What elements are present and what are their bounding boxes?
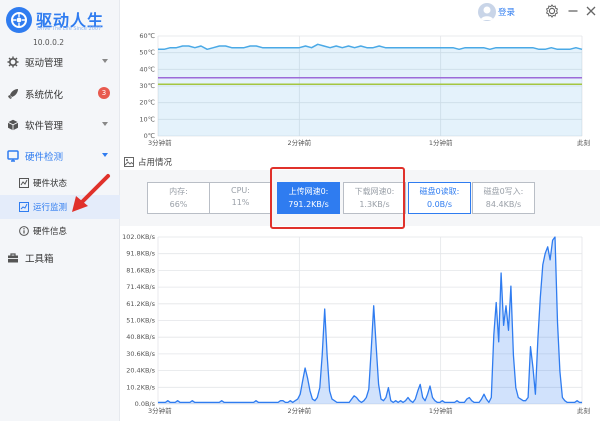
metric-card-disk-write[interactable]: 磁盘0写入: 84.4KB/s: [472, 182, 535, 214]
sidebar-item-system-optimization[interactable]: 系统优化 3: [0, 79, 120, 109]
settings-icon[interactable]: [545, 4, 559, 18]
y-tick-label: 30.6KB/s: [126, 350, 155, 358]
y-tick-label: 61.2KB/s: [126, 300, 155, 308]
x-tick-label: 2分钟前: [288, 138, 312, 147]
metric-card-label: 磁盘0读取:: [419, 187, 460, 196]
y-tick-label: 91.8KB/s: [126, 250, 155, 258]
app-tagline: Drive The Life Since 2007: [37, 26, 102, 32]
minimize-icon[interactable]: [566, 4, 580, 18]
y-tick-label: 71.4KB/s: [126, 283, 155, 291]
close-icon[interactable]: [584, 4, 598, 18]
gear-icon: [6, 55, 20, 69]
y-tick-label: 20.4KB/s: [126, 367, 155, 375]
x-tick-label: 3分钟前: [148, 406, 172, 415]
series-line-0: [158, 236, 582, 404]
y-tick-label: 50℃: [139, 49, 155, 57]
x-tick-label: 1分钟前: [429, 406, 453, 415]
temperature-chart: 60℃50℃40℃30℃20℃10℃0℃3分钟前 2分钟前 1分钟前 此刻: [139, 32, 590, 147]
chevron-down-icon: [102, 59, 108, 63]
y-tick-label: 10.2KB/s: [126, 383, 155, 391]
sidebar-item-label: 软件管理: [25, 121, 64, 132]
sidebar-subitem-label: 硬件信息: [33, 227, 68, 237]
metric-card-value: 66%: [169, 200, 188, 209]
info-icon: [19, 226, 29, 236]
y-tick-label: 102.0KB/s: [122, 233, 156, 241]
sidebar-subitem-hardware-info[interactable]: 硬件信息: [0, 219, 120, 243]
sidebar-item-label: 工具箱: [25, 254, 54, 265]
y-tick-label: 81.6KB/s: [126, 266, 155, 274]
highlight-box: [270, 167, 405, 229]
login-link[interactable]: 登录: [498, 6, 515, 18]
x-tick-label: 3分钟前: [148, 138, 172, 147]
metric-card-value: 84.4KB/s: [485, 200, 522, 209]
y-tick-label: 60℃: [139, 32, 155, 40]
section-header: 占用情况: [124, 155, 172, 169]
sidebar-item-hardware-detection[interactable]: 硬件检测: [0, 141, 120, 171]
network-speed-chart: 102.0KB/s 91.8KB/s 81.6KB/s 71.4KB/s 61.2KB/…: [122, 233, 590, 415]
series-area-0: [158, 44, 582, 136]
metric-card-label: 内存:: [169, 187, 188, 196]
chart-icon: [19, 178, 29, 188]
box-icon: [6, 118, 20, 132]
x-tick-label: 此刻: [577, 138, 590, 147]
metric-card-disk-read[interactable]: 磁盘0读取: 0.0B/s: [408, 182, 471, 214]
x-tick-label: 此刻: [577, 406, 590, 415]
hardware-icon: [6, 149, 20, 163]
sidebar-item-label: 硬件检测: [25, 152, 64, 163]
top-bar: 登录: [120, 0, 600, 24]
x-tick-label: 1分钟前: [429, 138, 453, 147]
metric-card-label: CPU:: [231, 186, 250, 195]
metric-card-memory[interactable]: 内存: 66%: [147, 182, 210, 214]
y-tick-label: 30℃: [139, 82, 155, 90]
y-tick-label: 40.8KB/s: [126, 333, 155, 341]
metric-card-value: 0.0B/s: [426, 200, 453, 209]
sidebar-item-driver-management[interactable]: 驱动管理: [0, 47, 120, 77]
avatar[interactable]: [478, 3, 496, 21]
metric-card-cpu[interactable]: CPU: 11%: [209, 182, 272, 214]
sidebar-item-label: 驱动管理: [25, 58, 64, 69]
x-tick-label: 2分钟前: [288, 406, 312, 415]
sidebar-item-toolbox[interactable]: 工具箱: [0, 243, 120, 273]
y-tick-label: 51.0KB/s: [126, 317, 155, 325]
chevron-down-icon: [102, 122, 108, 126]
sidebar-item-software-management[interactable]: 软件管理: [0, 110, 120, 140]
monitor-icon: [19, 202, 29, 212]
notification-badge: 3: [98, 87, 110, 99]
app-logo: 驱动人生 Drive The Life Since 2007: [6, 7, 118, 35]
annotation-arrow: [72, 174, 110, 212]
y-tick-label: 20℃: [139, 99, 155, 107]
section-title: 占用情况: [138, 158, 173, 168]
toolbox-icon: [6, 251, 20, 265]
image-icon: [124, 157, 134, 167]
metric-card-label: 磁盘0写入:: [483, 187, 524, 196]
app-version: 10.0.0.2: [33, 38, 65, 47]
sidebar-item-label: 系统优化: [25, 90, 64, 101]
rocket-icon: [6, 87, 20, 101]
y-tick-label: 10℃: [139, 115, 155, 123]
metric-card-value: 11%: [231, 198, 250, 207]
y-tick-label: 40℃: [139, 65, 155, 73]
logo-mark-icon: [6, 7, 32, 33]
chevron-down-icon: [102, 153, 108, 157]
